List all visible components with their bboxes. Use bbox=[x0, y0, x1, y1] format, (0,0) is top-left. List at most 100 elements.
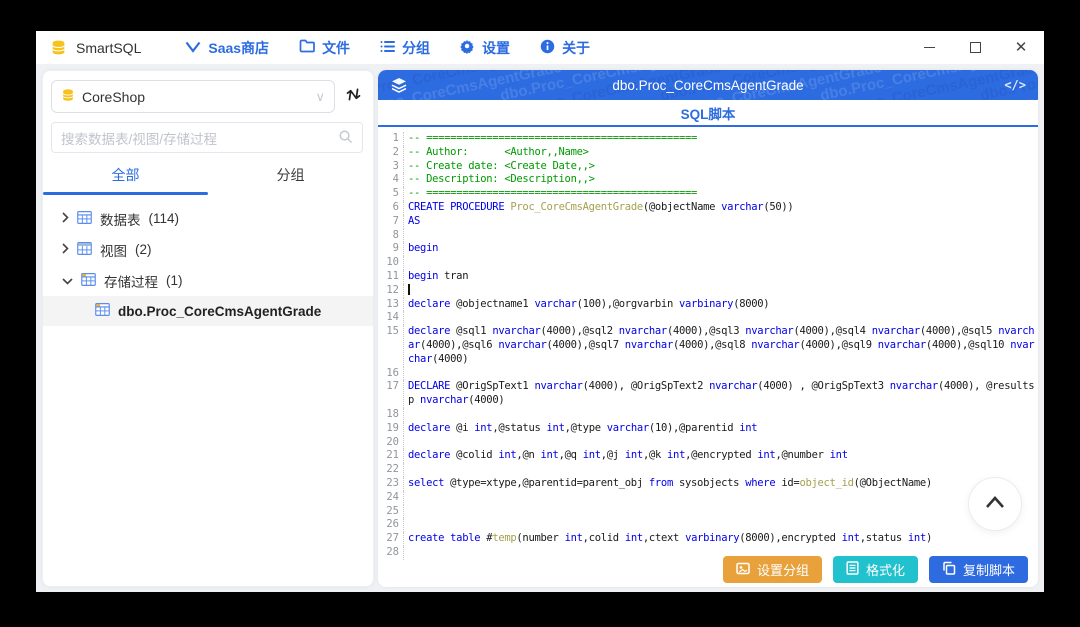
code-line: 6 CREATE PROCEDURE Proc_CoreCmsAgentGrade… bbox=[378, 200, 1036, 215]
close-button[interactable]: ✕ bbox=[998, 31, 1044, 64]
chevron-down-icon: ∨ bbox=[315, 88, 325, 104]
code-editor[interactable]: 1 -- ====================================… bbox=[378, 127, 1036, 570]
code-line: 18 bbox=[378, 407, 1036, 422]
chevron-right-icon bbox=[62, 211, 69, 226]
folder-icon bbox=[299, 39, 315, 56]
line-number: 9 bbox=[378, 242, 404, 257]
list-icon bbox=[380, 40, 396, 56]
procedure-icon bbox=[81, 272, 96, 290]
tree-item-selected-procedure[interactable]: dbo.Proc_CoreCmsAgentGrade bbox=[43, 296, 373, 326]
tree-item-count: (114) bbox=[148, 211, 180, 226]
database-select-value: CoreShop bbox=[82, 88, 146, 105]
code-line: 17 DECLARE @OrigSpText1 nvarchar(4000), @… bbox=[378, 380, 1036, 408]
chevron-right-icon bbox=[62, 242, 69, 257]
line-number: 6 bbox=[378, 200, 404, 215]
refresh-connection-button[interactable] bbox=[344, 85, 363, 109]
view-code-button[interactable]: </> bbox=[1004, 78, 1026, 92]
script-tab-strip: SQL脚本 bbox=[378, 100, 1038, 127]
sidebar-tabs: 全部 分组 bbox=[43, 165, 373, 195]
tree-item-count: (1) bbox=[166, 273, 183, 288]
line-number: 16 bbox=[378, 366, 404, 381]
line-number: 5 bbox=[378, 187, 404, 201]
code-line: 13 declare @objectname1 varchar(100),@org… bbox=[378, 297, 1036, 312]
line-number: 25 bbox=[378, 504, 404, 519]
tab-all[interactable]: 全部 bbox=[43, 165, 208, 185]
line-number: 12 bbox=[378, 283, 404, 298]
window-controls: ✕ bbox=[906, 31, 1044, 64]
line-number: 7 bbox=[378, 214, 404, 229]
code-line: 23 select @type=xtype,@parentid=parent_ob… bbox=[378, 476, 1036, 491]
menu-item-settings[interactable]: 设置 bbox=[460, 38, 510, 58]
line-number: 28 bbox=[378, 545, 404, 560]
app-logo-database-icon bbox=[50, 39, 67, 56]
panel-header: dbo.Proc_CoreCmsAgentGrade </> dbo.Proc_… bbox=[378, 70, 1038, 100]
menu-item-about[interactable]: 关于 bbox=[540, 38, 590, 58]
code-line: 14 bbox=[378, 311, 1036, 326]
view-icon bbox=[77, 241, 92, 259]
main-panel: dbo.Proc_CoreCmsAgentGrade </> dbo.Proc_… bbox=[378, 70, 1038, 587]
line-number: 26 bbox=[378, 518, 404, 533]
tab-sql-script[interactable]: SQL脚本 bbox=[681, 103, 736, 123]
line-number: 11 bbox=[378, 269, 404, 284]
sidebar: CoreShop ∨ 搜索数据表/视图/存储过程 全部 分组 数据表 (114)… bbox=[42, 70, 374, 587]
set-group-button[interactable]: 设置分组 bbox=[722, 556, 822, 583]
code-line: 15 declare @sql1 nvarchar(4000),@sql2 nva… bbox=[378, 325, 1036, 367]
database-icon bbox=[61, 88, 75, 105]
code-line: 8 bbox=[378, 228, 1036, 243]
tree-item-procedures[interactable]: 存储过程 (1) bbox=[43, 265, 373, 296]
copy-script-button[interactable]: 复制脚本 bbox=[928, 556, 1028, 583]
minimize-icon bbox=[923, 46, 935, 49]
code-line: 10 bbox=[378, 256, 1036, 270]
code-line: 4 -- Description: <Description,,> bbox=[378, 173, 1036, 188]
code-line: 11 begin tran bbox=[378, 269, 1036, 284]
search-icon bbox=[338, 129, 353, 147]
format-button[interactable]: 格式化 bbox=[832, 556, 918, 583]
code-line: 20 bbox=[378, 435, 1036, 450]
line-number: 3 bbox=[378, 159, 404, 174]
code-line: 16 bbox=[378, 366, 1036, 381]
line-number: 22 bbox=[378, 463, 404, 477]
menu-item-file[interactable]: 文件 bbox=[299, 38, 350, 58]
line-number: 2 bbox=[378, 145, 404, 160]
tree-item-views[interactable]: 视图 (2) bbox=[43, 234, 373, 265]
code-line: 12 bbox=[378, 283, 1036, 298]
code-line: 27 create table #temp(number int,colid in… bbox=[378, 532, 1036, 546]
line-number: 15 bbox=[378, 325, 404, 367]
maximize-button[interactable] bbox=[952, 31, 998, 64]
code-line: 2 -- Author: <Author,,Name> bbox=[378, 145, 1036, 160]
line-number: 19 bbox=[378, 421, 404, 436]
line-number: 18 bbox=[378, 407, 404, 422]
code-line: 7 AS bbox=[378, 214, 1036, 229]
table-icon bbox=[77, 210, 92, 228]
line-number: 24 bbox=[378, 490, 404, 505]
tree-item-tables[interactable]: 数据表 (114) bbox=[43, 203, 373, 234]
menu-item-saas-store[interactable]: Saas商店 bbox=[185, 38, 269, 58]
search-placeholder: 搜索数据表/视图/存储过程 bbox=[61, 131, 218, 147]
app-title: SmartSQL bbox=[76, 39, 142, 56]
format-icon bbox=[846, 561, 859, 578]
app-window: SmartSQL Saas商店 文件 分组 设置 关于 ✕ CoreShop ∨… bbox=[36, 31, 1044, 592]
text-cursor bbox=[408, 283, 410, 295]
group-settings-icon bbox=[736, 562, 750, 578]
minimize-button[interactable] bbox=[906, 31, 952, 64]
line-number: 27 bbox=[378, 532, 404, 546]
content-area: CoreShop ∨ 搜索数据表/视图/存储过程 全部 分组 数据表 (114)… bbox=[36, 64, 1044, 592]
scroll-to-top-button[interactable] bbox=[968, 477, 1022, 531]
line-number: 23 bbox=[378, 476, 404, 491]
code-line: 19 declare @i int,@status int,@type varch… bbox=[378, 421, 1036, 436]
tab-group[interactable]: 分组 bbox=[208, 165, 373, 185]
copy-icon bbox=[942, 561, 956, 578]
line-number: 17 bbox=[378, 380, 404, 408]
database-select[interactable]: CoreShop ∨ bbox=[51, 80, 335, 113]
line-number: 21 bbox=[378, 449, 404, 464]
procedure-icon bbox=[95, 302, 110, 320]
object-tree: 数据表 (114) 视图 (2) 存储过程 (1) dbo.Proc_CoreC… bbox=[43, 203, 373, 326]
code-line: 1 -- ====================================… bbox=[378, 132, 1036, 146]
active-tab-indicator bbox=[43, 192, 208, 195]
close-icon: ✕ bbox=[1014, 39, 1028, 56]
code-line: 25 bbox=[378, 504, 1036, 519]
search-input[interactable]: 搜索数据表/视图/存储过程 bbox=[51, 122, 363, 153]
line-number: 10 bbox=[378, 256, 404, 270]
menu-item-groups[interactable]: 分组 bbox=[380, 38, 430, 58]
tree-item-count: (2) bbox=[135, 242, 152, 257]
